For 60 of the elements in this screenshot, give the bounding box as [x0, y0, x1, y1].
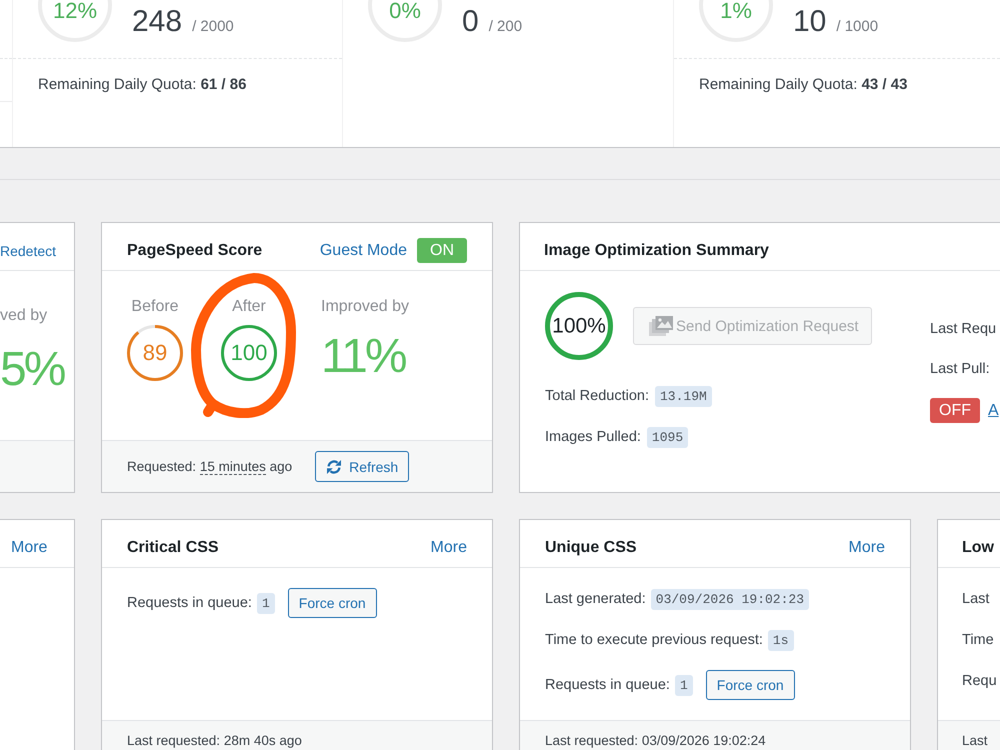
- quota-total: / 2000: [192, 18, 234, 35]
- row-label: Last: [962, 590, 990, 609]
- score-value: 89: [142, 340, 168, 366]
- quota-percent: 12%: [52, 0, 98, 23]
- row-label: Requests in queue:: [545, 676, 670, 695]
- last-requested-text: Last requested: 03/09/2026 19:02:24: [545, 732, 766, 750]
- quota-percent: 1%: [720, 0, 752, 23]
- force-cron-button[interactable]: Force cron: [288, 588, 377, 618]
- value-chip: 1s: [768, 630, 794, 650]
- value-chip: 1: [256, 592, 275, 614]
- optimization-percent: 100%: [552, 314, 606, 338]
- card-title: Image Optimization Summary: [544, 242, 769, 260]
- guest-mode-link[interactable]: Guest Mode: [320, 242, 407, 260]
- value-chip: 1095: [646, 426, 688, 448]
- used-count: 10: [793, 7, 826, 37]
- redetect-link[interactable]: Redetect: [0, 242, 56, 258]
- row-label: Requests in queue:: [127, 594, 252, 613]
- force-cron-button[interactable]: Force cron: [706, 670, 795, 700]
- value-chip: 1: [674, 674, 693, 696]
- row-label: Last generated:: [545, 590, 646, 609]
- more-link[interactable]: More: [430, 538, 467, 556]
- daily-quota-text: Remaining Daily Quota: 61 / 86: [38, 76, 246, 93]
- score-label: Before: [131, 297, 179, 317]
- row-label: Requ: [962, 672, 997, 691]
- quota-total: / 1000: [836, 18, 878, 35]
- refresh-button[interactable]: Refresh: [315, 451, 410, 482]
- improvement-label: ved by: [0, 306, 48, 326]
- value-chip: 03/09/2026 19:02:23: [650, 588, 810, 610]
- time-ago-text: 15 minutes: [200, 459, 266, 475]
- ago-text: ago: [270, 459, 292, 474]
- auto-link[interactable]: A: [988, 402, 999, 420]
- last-pull-label: Last Pull:: [930, 360, 990, 379]
- images-icon: [648, 315, 674, 337]
- last-requested-text: Last requested: 28m 40s ago: [127, 732, 302, 750]
- refresh-icon: [326, 458, 342, 474]
- last-request-label: Last Requ: [930, 320, 996, 339]
- row-label: Time: [962, 631, 994, 650]
- daily-quota-text: Remaining Daily Quota: 43 / 43: [699, 76, 908, 93]
- row-label: Time to execute previous request:: [545, 631, 763, 650]
- score-label: After: [232, 297, 266, 317]
- stat-label: Images Pulled:: [545, 428, 641, 447]
- more-link[interactable]: More: [848, 538, 885, 556]
- card-title: Unique CSS: [545, 538, 637, 556]
- quota-percent: 0%: [389, 0, 421, 23]
- improvement-value: 11%: [321, 333, 405, 381]
- card-title: Low: [962, 538, 994, 556]
- improvement-value: 5%: [0, 346, 64, 394]
- used-count: 0: [462, 7, 479, 37]
- value-chip: 13.19M: [654, 386, 712, 406]
- more-link[interactable]: More: [11, 538, 48, 556]
- auto-pull-toggle[interactable]: OFF: [930, 398, 980, 423]
- quota-total: / 200: [488, 18, 522, 35]
- requested-label: Requested:: [127, 459, 196, 474]
- last-requested-text: Last: [962, 732, 988, 750]
- improvement-label: Improved by: [321, 297, 410, 317]
- card-title: Critical CSS: [127, 538, 219, 556]
- used-count: 248: [132, 7, 182, 37]
- stat-label: Total Reduction:: [545, 387, 649, 406]
- card-title: PageSpeed Score: [127, 242, 262, 260]
- score-value: 100: [230, 340, 268, 366]
